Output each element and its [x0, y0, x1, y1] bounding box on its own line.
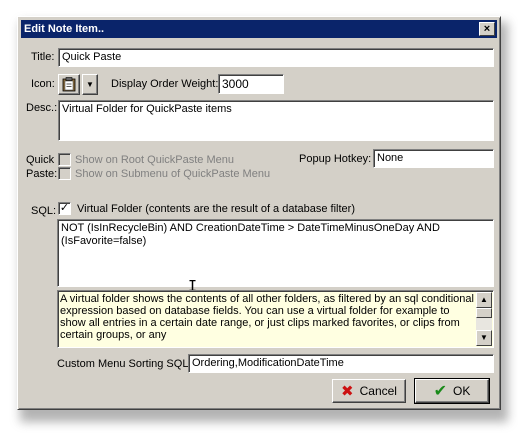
virtual-folder-info-text: A virtual folder shows the contents of a…	[60, 293, 474, 341]
show-submenu-label: Show on Submenu of QuickPaste Menu	[75, 168, 271, 180]
quickpaste-label-line1: Quick	[26, 154, 55, 166]
ok-button[interactable]: ✔ OK	[414, 378, 490, 404]
ok-button-label: OK	[453, 384, 471, 398]
cancel-x-icon: ✖	[341, 383, 354, 400]
close-icon: ×	[483, 23, 491, 35]
scroll-down-icon: ▼	[480, 333, 488, 342]
virtual-folder-info-box: A virtual folder shows the contents of a…	[57, 290, 494, 348]
sql-textarea[interactable]: NOT (IsInRecycleBin) AND CreationDateTim…	[57, 219, 494, 287]
scroll-up-button[interactable]: ▲	[476, 292, 492, 308]
info-scrollbar[interactable]: ▲ ▼	[476, 292, 492, 346]
clipboard-icon	[62, 77, 76, 92]
popup-hotkey-label: Popup Hotkey:	[299, 153, 372, 165]
cancel-button-label: Cancel	[359, 384, 397, 398]
edit-note-dialog: Edit Note Item.. × Title: Quick Paste Ic…	[17, 16, 501, 410]
window-title: Edit Note Item..	[24, 23, 105, 35]
icon-dropdown-button[interactable]: ▼	[82, 74, 98, 95]
virtual-folder-checkbox[interactable]: ✓	[58, 202, 71, 215]
show-submenu-checkbox[interactable]	[58, 167, 71, 180]
display-order-input[interactable]: 3000	[218, 74, 284, 94]
sql-label: SQL:	[31, 205, 57, 217]
popup-hotkey-input[interactable]: None	[373, 149, 494, 168]
virtual-folder-label: Virtual Folder (contents are the result …	[77, 203, 355, 215]
display-order-label: Display Order Weight:	[111, 78, 219, 90]
title-label: Title:	[31, 51, 55, 63]
custom-sort-label: Custom Menu Sorting SQL:	[57, 358, 192, 370]
show-root-label: Show on Root QuickPaste Menu	[75, 154, 234, 166]
desc-label: Desc.:	[26, 102, 58, 114]
scroll-up-icon: ▲	[480, 295, 488, 304]
description-textarea[interactable]: Virtual Folder for QuickPaste items	[58, 100, 494, 141]
cancel-button[interactable]: ✖ Cancel	[332, 379, 406, 403]
chevron-down-icon: ▼	[86, 80, 94, 89]
quickpaste-label-line2: Paste:	[26, 168, 58, 180]
scroll-thumb[interactable]	[476, 308, 492, 318]
title-input[interactable]: Quick Paste	[58, 48, 494, 67]
ok-check-icon: ✔	[433, 383, 448, 400]
custom-sort-input[interactable]: Ordering,ModificationDateTime	[188, 354, 494, 373]
close-button[interactable]: ×	[479, 22, 495, 36]
icon-label: Icon:	[31, 78, 55, 90]
icon-picker-button[interactable]	[58, 74, 80, 95]
title-bar[interactable]: Edit Note Item.. ×	[21, 20, 497, 38]
show-root-checkbox[interactable]	[58, 153, 71, 166]
checkmark-icon: ✓	[59, 202, 70, 214]
scroll-down-button[interactable]: ▼	[476, 330, 492, 346]
